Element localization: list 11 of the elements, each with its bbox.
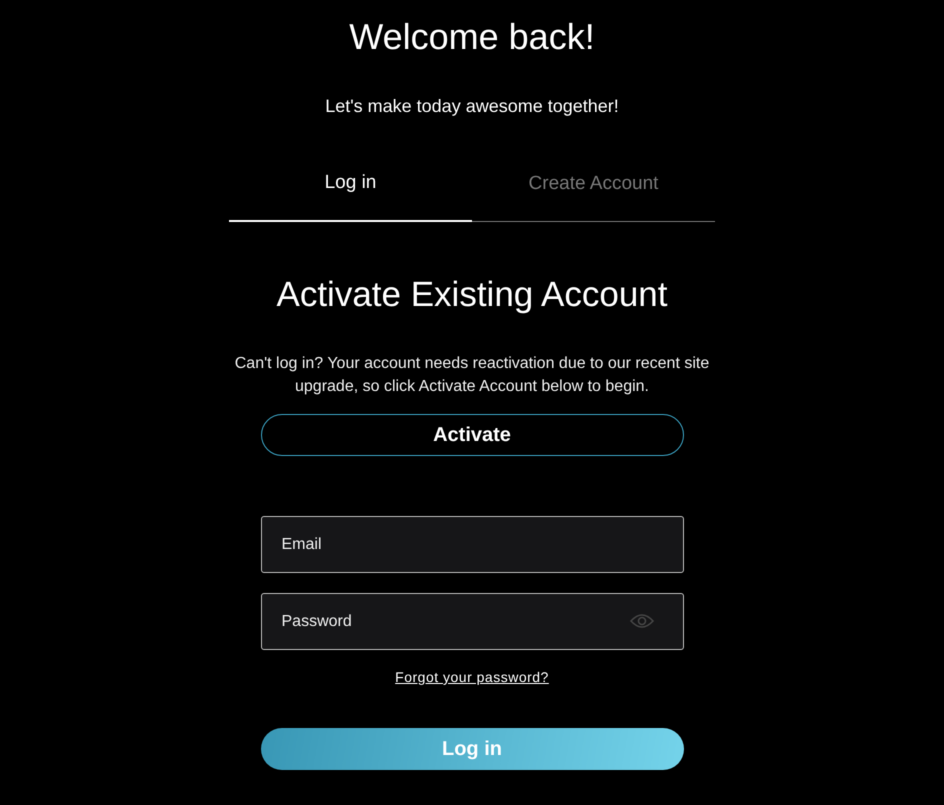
section-heading: Activate Existing Account <box>276 274 668 316</box>
eye-icon[interactable] <box>630 613 654 629</box>
activate-button[interactable]: Activate <box>260 414 684 456</box>
welcome-title: Welcome back! <box>349 16 595 58</box>
notice-text: Can't log in? Your account needs reactivation due to our recent site upgrade, so click Activate Account below to begin. <box>234 354 710 397</box>
tab[interactable]: Create Account <box>472 162 715 222</box>
email-field[interactable]: Email <box>260 516 684 573</box>
tab[interactable]: Log in <box>229 162 472 222</box>
subtitle: Let's make today awesome together! <box>325 95 619 117</box>
forgot-password-link[interactable]: Forgot your password? <box>395 669 549 685</box>
password-field[interactable]: Password <box>260 593 684 650</box>
